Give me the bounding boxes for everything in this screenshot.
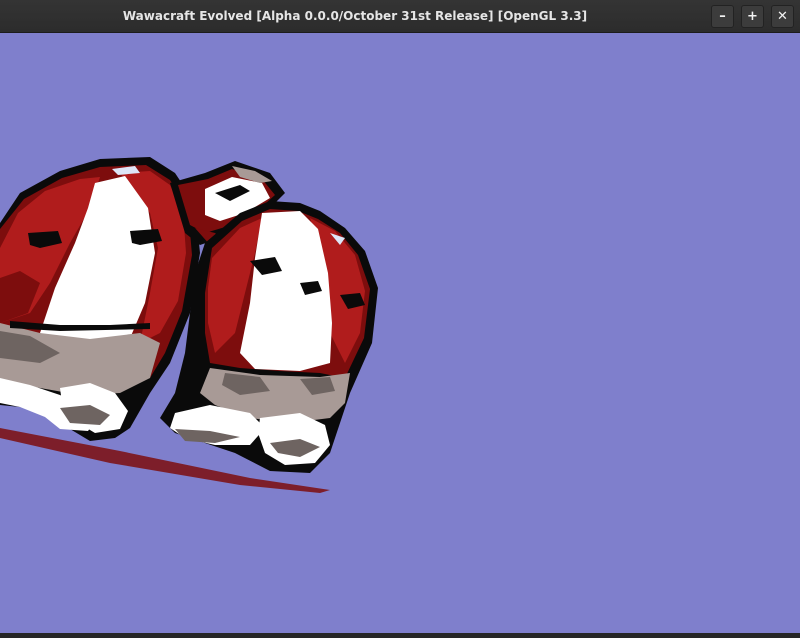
- close-icon: ✕: [777, 9, 788, 24]
- scene-canvas[interactable]: [0, 33, 800, 633]
- window-title: Wawacraft Evolved [Alpha 0.0.0/October 3…: [122, 9, 588, 23]
- window-bottom-border: [0, 633, 800, 638]
- close-button[interactable]: ✕: [771, 5, 794, 28]
- maximize-icon: +: [747, 9, 758, 24]
- minimize-button[interactable]: –: [711, 5, 734, 28]
- title-bar[interactable]: Wawacraft Evolved [Alpha 0.0.0/October 3…: [0, 0, 800, 33]
- game-viewport[interactable]: [0, 33, 800, 633]
- game-window: Wawacraft Evolved [Alpha 0.0.0/October 3…: [0, 0, 800, 638]
- minimize-icon: –: [719, 9, 726, 24]
- maximize-button[interactable]: +: [741, 5, 764, 28]
